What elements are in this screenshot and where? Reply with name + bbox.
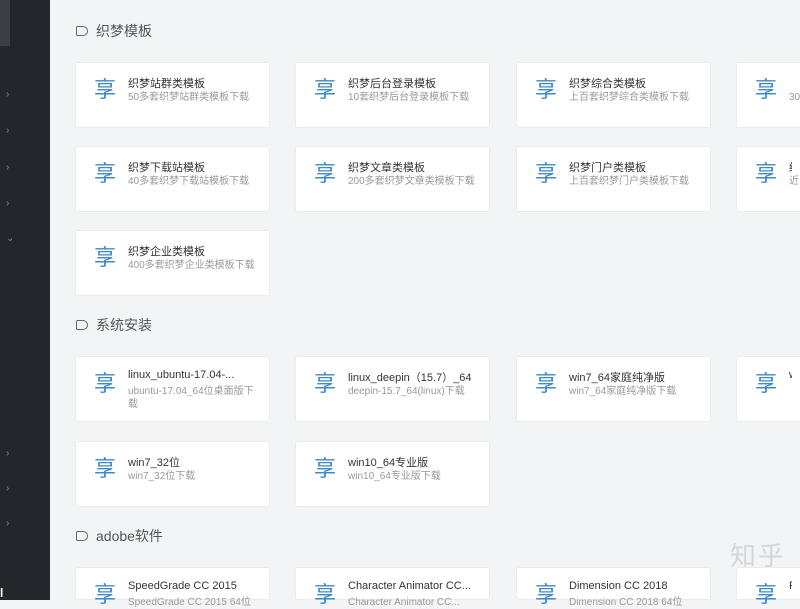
chevron-right-icon[interactable]: ›: [6, 163, 16, 173]
chevron-right-icon[interactable]: ›: [6, 90, 16, 100]
software-card[interactable]: 享 linux_deepin（15.7）_64 deepin-15.7_64(l…: [295, 356, 490, 422]
template-card[interactable]: 享 织梦站群类模板 50多套织梦站群类模板下载: [75, 62, 270, 128]
software-card[interactable]: 享 linux_ubuntu-17.04-... ubuntu-17.04_64…: [75, 356, 270, 422]
section-title: 系统安装: [76, 317, 152, 333]
software-card[interactable]: 享 win10_64专业版 win10_64专业版下载: [295, 441, 490, 507]
card-description: win7_64家庭纯净版下载: [569, 386, 677, 397]
card-title: 织: [789, 159, 792, 175]
share-enjoy-icon: 享: [314, 457, 337, 482]
card-title: wi: [789, 369, 792, 381]
template-card[interactable]: 享 织梦下载站模板 40多套织梦下载站模板下载: [75, 146, 270, 212]
chevron-right-icon[interactable]: ›: [6, 519, 16, 529]
chevron-right-icon[interactable]: ›: [6, 484, 16, 494]
card-description: win10_64专业版下载: [348, 471, 441, 482]
share-enjoy-icon: 享: [755, 78, 778, 103]
section-title-text: adobe软件: [96, 528, 163, 544]
software-card[interactable]: 享 win7_32位 win7_32位下载: [75, 441, 270, 507]
brand-mark: l: [0, 586, 4, 600]
card-description: Character Animator CC...: [348, 597, 460, 608]
card-description: 400多套织梦企业类模板下载: [128, 260, 255, 271]
share-enjoy-icon: 享: [755, 372, 778, 397]
sidebar-top-block: [0, 0, 10, 46]
software-card[interactable]: 享 Dimension CC 2018 Dimension CC 2018 64…: [516, 567, 711, 608]
software-card[interactable]: 享 win7_64家庭纯净版 win7_64家庭纯净版下载: [516, 356, 711, 422]
share-enjoy-icon: 享: [535, 583, 558, 608]
card-title: 织梦综合类模板: [569, 78, 646, 90]
card-title: 织梦企业类模板: [128, 246, 205, 258]
tag-icon: [76, 26, 88, 36]
share-enjoy-icon: 享: [314, 78, 337, 103]
template-card[interactable]: 享 织梦综合类模板 上百套织梦综合类模板下载: [516, 62, 711, 128]
card-description: SpeedGrade CC 2015 64位: [128, 597, 251, 608]
share-enjoy-icon: 享: [94, 457, 117, 482]
section-title: 织梦模板: [76, 23, 152, 39]
template-card[interactable]: 享 织梦门户类模板 上百套织梦门户类模板下载: [516, 146, 711, 212]
share-enjoy-icon: 享: [94, 372, 117, 397]
card-description: 上百套织梦门户类模板下载: [569, 176, 689, 187]
card-description: win7_32位下载: [128, 471, 196, 482]
section-title-text: 系统安装: [96, 317, 152, 333]
card-description: 30: [789, 92, 800, 103]
card-description: ubuntu-17.04_64位桌面版下载: [128, 386, 254, 410]
card-title: Character Animator CC...: [348, 580, 471, 592]
template-card[interactable]: 享 织梦企业类模板 400多套织梦企业类模板下载: [75, 230, 270, 296]
share-enjoy-icon: 享: [755, 583, 778, 608]
chevron-right-icon[interactable]: ›: [6, 199, 16, 209]
card-title: win7_64家庭纯净版: [569, 372, 665, 384]
card-description: 上百套织梦综合类模板下载: [569, 92, 689, 103]
card-title: 织梦站群类模板: [128, 78, 205, 90]
share-enjoy-icon: 享: [94, 583, 117, 608]
share-enjoy-icon: 享: [535, 372, 558, 397]
section-title-text: 织梦模板: [96, 23, 152, 39]
card-title: 织梦文章类模板: [348, 162, 425, 174]
card-description: deepin-15.7_64(linux)下载: [348, 386, 465, 397]
card-title: Dimension CC 2018: [569, 580, 668, 592]
card-title: 织梦下载站模板: [128, 162, 205, 174]
share-enjoy-icon: 享: [314, 583, 337, 608]
card-title: linux_deepin（15.7）_64: [348, 372, 472, 384]
card-title: 织梦门户类模板: [569, 162, 646, 174]
share-enjoy-icon: 享: [535, 78, 558, 103]
section-title: adobe软件: [76, 528, 163, 544]
share-enjoy-icon: 享: [314, 372, 337, 397]
zhihu-watermark: 知乎: [730, 541, 787, 571]
share-enjoy-icon: 享: [755, 162, 778, 187]
main-content: 织梦模板 系统安装 adobe软件 享 织梦站群类模板 50多套织梦站群类模板下…: [50, 0, 800, 608]
template-card[interactable]: 享 30: [736, 62, 800, 128]
card-description: 50多套织梦站群类模板下载: [128, 92, 250, 103]
share-enjoy-icon: 享: [94, 162, 117, 187]
software-card[interactable]: 享 wi: [736, 356, 800, 422]
card-description: 40多套织梦下载站模板下载: [128, 176, 250, 187]
card-description: Dimension CC 2018 64位: [569, 597, 683, 608]
share-enjoy-icon: 享: [94, 78, 117, 103]
template-card[interactable]: 享 织梦文章类模板 200多套织梦文章类模板下载: [295, 146, 490, 212]
card-title: 织梦后台登录模板: [348, 78, 436, 90]
software-card[interactable]: 享 SpeedGrade CC 2015 SpeedGrade CC 2015 …: [75, 567, 270, 608]
sidebar: › › › › ⌄ › › › l: [0, 0, 50, 600]
chevron-right-icon[interactable]: ›: [6, 449, 16, 459]
software-card[interactable]: 享 Character Animator CC... Character Ani…: [295, 567, 490, 608]
card-description: 10套织梦后台登录模板下载: [348, 92, 470, 103]
template-card[interactable]: 享 织 近: [736, 146, 800, 212]
card-title: win10_64专业版: [348, 457, 429, 469]
chevron-down-icon[interactable]: ⌄: [6, 234, 16, 244]
share-enjoy-icon: 享: [94, 246, 117, 271]
card-title: win7_32位: [128, 457, 180, 469]
card-title: linux_ubuntu-17.04-...: [128, 369, 235, 381]
share-enjoy-icon: 享: [535, 162, 558, 187]
share-enjoy-icon: 享: [314, 162, 337, 187]
card-description: 200多套织梦文章类模板下载: [348, 176, 475, 187]
template-card[interactable]: 享 织梦后台登录模板 10套织梦后台登录模板下载: [295, 62, 490, 128]
card-title: Fi: [789, 580, 792, 592]
chevron-right-icon[interactable]: ›: [6, 126, 16, 136]
tag-icon: [76, 531, 88, 541]
card-description: 近: [789, 176, 799, 187]
card-title: SpeedGrade CC 2015: [128, 580, 237, 592]
tag-icon: [76, 320, 88, 330]
